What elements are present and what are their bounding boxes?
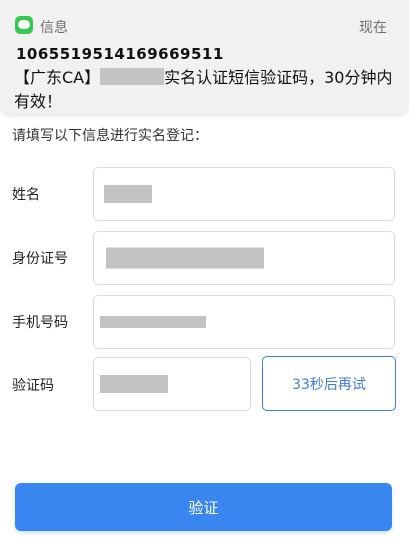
name-input[interactable] bbox=[93, 167, 395, 221]
verify-button[interactable]: 验证 bbox=[15, 483, 392, 531]
messages-app-icon bbox=[15, 16, 33, 34]
redacted-phone bbox=[100, 316, 206, 328]
name-label: 姓名 bbox=[12, 187, 40, 203]
code-label: 验证码 bbox=[12, 378, 54, 394]
resend-code-button[interactable]: 33秒后再试 bbox=[262, 356, 396, 411]
form-instruction: 请填写以下信息进行实名登记： bbox=[12, 128, 208, 144]
notification-app-name: 信息 bbox=[40, 20, 68, 36]
id-number-label: 身份证号 bbox=[12, 251, 68, 267]
sms-notification[interactable]: 信息 现在 1065519514169669511 【广东CA】 实名认证短信验证… bbox=[0, 0, 409, 114]
verification-code-input[interactable] bbox=[93, 357, 251, 411]
notification-sender: 1065519514169669511 bbox=[16, 45, 224, 63]
notification-time: 现在 bbox=[359, 20, 387, 36]
id-number-input[interactable] bbox=[93, 231, 395, 285]
phone-input[interactable] bbox=[93, 295, 395, 349]
redacted-id-number bbox=[106, 247, 264, 269]
redacted-text bbox=[100, 68, 165, 85]
phone-label: 手机号码 bbox=[12, 315, 68, 331]
message-prefix: 【广东CA】 bbox=[14, 68, 101, 87]
chat-bubble-icon bbox=[18, 20, 30, 29]
redacted-name bbox=[104, 185, 152, 203]
notification-message: 【广东CA】 实名认证短信验证码，30分钟内有效！ bbox=[14, 66, 396, 114]
redacted-code bbox=[100, 375, 168, 393]
